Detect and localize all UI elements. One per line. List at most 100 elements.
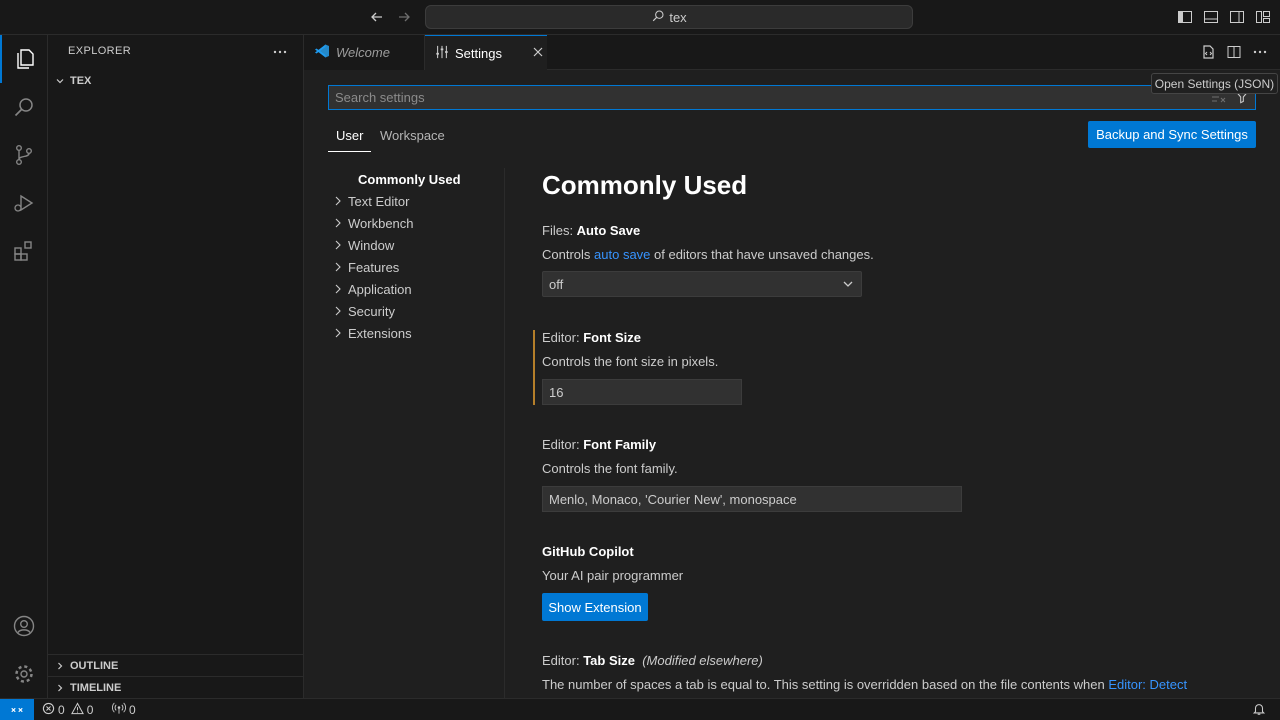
- search-icon[interactable]: [0, 83, 48, 131]
- search-input[interactable]: [335, 90, 1195, 105]
- status-bar: 0 0 0: [0, 698, 1280, 720]
- auto-save-link[interactable]: auto save: [594, 247, 650, 262]
- font-size-input[interactable]: 16: [542, 379, 742, 405]
- arrow-left-icon[interactable]: [368, 8, 386, 26]
- more-actions-icon[interactable]: [271, 44, 289, 60]
- outline-label: OUTLINE: [70, 659, 119, 672]
- split-editor-icon[interactable]: [1226, 44, 1242, 60]
- toc-item-text-editor[interactable]: Text Editor: [328, 190, 409, 212]
- setting-title: GitHub Copilot: [542, 544, 634, 559]
- select-value: off: [549, 276, 564, 292]
- chevron-right-icon: [328, 262, 348, 272]
- customize-layout-icon[interactable]: [1254, 8, 1272, 26]
- setting-font-family: Editor: Font Family Controls the font fa…: [542, 437, 678, 476]
- backup-sync-button[interactable]: Backup and Sync Settings: [1088, 121, 1256, 148]
- chevron-right-icon: [328, 328, 348, 338]
- setting-auto-save: Files: Auto Save Controls auto save of e…: [542, 223, 874, 262]
- tab-workspace[interactable]: Workspace: [380, 128, 445, 152]
- toc-item-extensions[interactable]: Extensions: [328, 322, 412, 344]
- search-icon: [651, 9, 665, 26]
- chevron-right-icon: [50, 683, 70, 693]
- error-icon: [42, 702, 55, 718]
- manage-gear-icon[interactable]: [0, 650, 48, 698]
- accounts-icon[interactable]: [0, 602, 48, 650]
- show-extension-button[interactable]: Show Extension: [542, 593, 648, 621]
- font-family-input[interactable]: Menlo, Monaco, 'Courier New', monospace: [542, 486, 962, 512]
- chevron-right-icon: [328, 284, 348, 294]
- toggle-primary-sidebar-icon[interactable]: [1176, 8, 1194, 26]
- sidebar-title: EXPLORER: [68, 45, 132, 57]
- setting-github-copilot: GitHub Copilot Your AI pair programmer: [542, 544, 683, 583]
- setting-title: Files: Auto Save: [542, 223, 641, 238]
- setting-description: The number of spaces a tab is equal to. …: [542, 677, 1188, 692]
- tab-label: Settings: [455, 46, 502, 61]
- chevron-right-icon: [328, 196, 348, 206]
- broadcast-icon: [112, 702, 126, 718]
- detect-indentation-link[interactable]: Editor: Detect: [1108, 677, 1187, 692]
- title-bar: tex: [0, 0, 1280, 35]
- toc-item-commonly-used[interactable]: Commonly Used: [358, 168, 461, 190]
- arrow-right-icon[interactable]: [395, 8, 413, 26]
- explorer-icon[interactable]: [0, 35, 48, 83]
- setting-description: Controls the font size in pixels.: [542, 354, 719, 369]
- toc-item-workbench[interactable]: Workbench: [328, 212, 414, 234]
- ports-indicator[interactable]: 0: [112, 702, 136, 718]
- setting-description: Your AI pair programmer: [542, 568, 684, 583]
- editor-tab-bar: Welcome Settings: [304, 35, 1280, 71]
- setting-title: Editor: Font Size: [542, 330, 641, 345]
- settings-search[interactable]: [328, 85, 1256, 110]
- chevron-right-icon: [328, 240, 348, 250]
- chevron-down-icon: [841, 277, 855, 294]
- chevron-down-icon: [50, 76, 70, 86]
- toc-item-features[interactable]: Features: [328, 256, 399, 278]
- auto-save-select[interactable]: off: [542, 271, 862, 297]
- command-center-search[interactable]: tex: [425, 5, 913, 29]
- setting-font-size: Editor: Font Size Controls the font size…: [542, 330, 718, 369]
- tab-user[interactable]: User: [328, 128, 372, 152]
- chevron-right-icon: [50, 661, 70, 671]
- setting-title: Editor: Tab Size (Modified elsewhere): [542, 653, 763, 668]
- extensions-icon[interactable]: [0, 227, 48, 275]
- more-actions-icon[interactable]: [1252, 44, 1268, 60]
- tab-welcome[interactable]: Welcome: [304, 35, 425, 70]
- modified-indicator: [533, 330, 535, 405]
- outline-section[interactable]: OUTLINE: [48, 654, 303, 676]
- ports-count: 0: [129, 703, 136, 717]
- chevron-right-icon: [328, 218, 348, 228]
- toc-item-application[interactable]: Application: [328, 278, 412, 300]
- tab-settings[interactable]: Settings: [425, 35, 547, 71]
- warning-count: 0: [86, 703, 94, 717]
- section-title: Commonly Used: [542, 170, 748, 200]
- problems-indicator[interactable]: 0 0: [42, 702, 93, 718]
- settings-toc: Commonly Used Text Editor Workbench Wind…: [328, 168, 505, 698]
- open-settings-json-icon[interactable]: [1200, 44, 1216, 60]
- timeline-label: TIMELINE: [70, 681, 122, 694]
- setting-tab-size: Editor: Tab Size (Modified elsewhere) Th…: [542, 653, 1242, 692]
- setting-title: Editor: Font Family: [542, 437, 657, 452]
- source-control-icon[interactable]: [0, 131, 48, 179]
- settings-sliders-icon: [435, 45, 449, 62]
- explorer-sidebar: EXPLORER TEX OUTLINE TIMELINE: [48, 35, 304, 698]
- setting-description: Controls auto save of editors that have …: [542, 247, 874, 262]
- activity-bar: [0, 35, 48, 698]
- warning-icon: [70, 702, 84, 718]
- toc-item-window[interactable]: Window: [328, 234, 394, 256]
- run-debug-icon[interactable]: [0, 179, 48, 227]
- toggle-secondary-sidebar-icon[interactable]: [1228, 8, 1246, 26]
- modified-elsewhere-label: (Modified elsewhere): [642, 653, 763, 668]
- timeline-section[interactable]: TIMELINE: [48, 676, 303, 698]
- error-count: 0: [58, 703, 65, 717]
- folder-name: TEX: [70, 75, 92, 87]
- toc-item-security[interactable]: Security: [328, 300, 395, 322]
- toggle-panel-icon[interactable]: [1202, 8, 1220, 26]
- tab-label: Welcome: [336, 45, 390, 60]
- chevron-right-icon: [328, 306, 348, 316]
- command-center-text: tex: [669, 9, 687, 25]
- close-icon[interactable]: [532, 46, 544, 61]
- notifications-bell-icon[interactable]: [1252, 702, 1266, 719]
- vscode-logo-icon: [314, 43, 330, 62]
- remote-indicator-icon[interactable]: [0, 699, 34, 720]
- folder-section-tex[interactable]: TEX: [48, 70, 303, 92]
- tooltip: Open Settings (JSON): [1151, 73, 1278, 94]
- setting-description: Controls the font family.: [542, 461, 678, 476]
